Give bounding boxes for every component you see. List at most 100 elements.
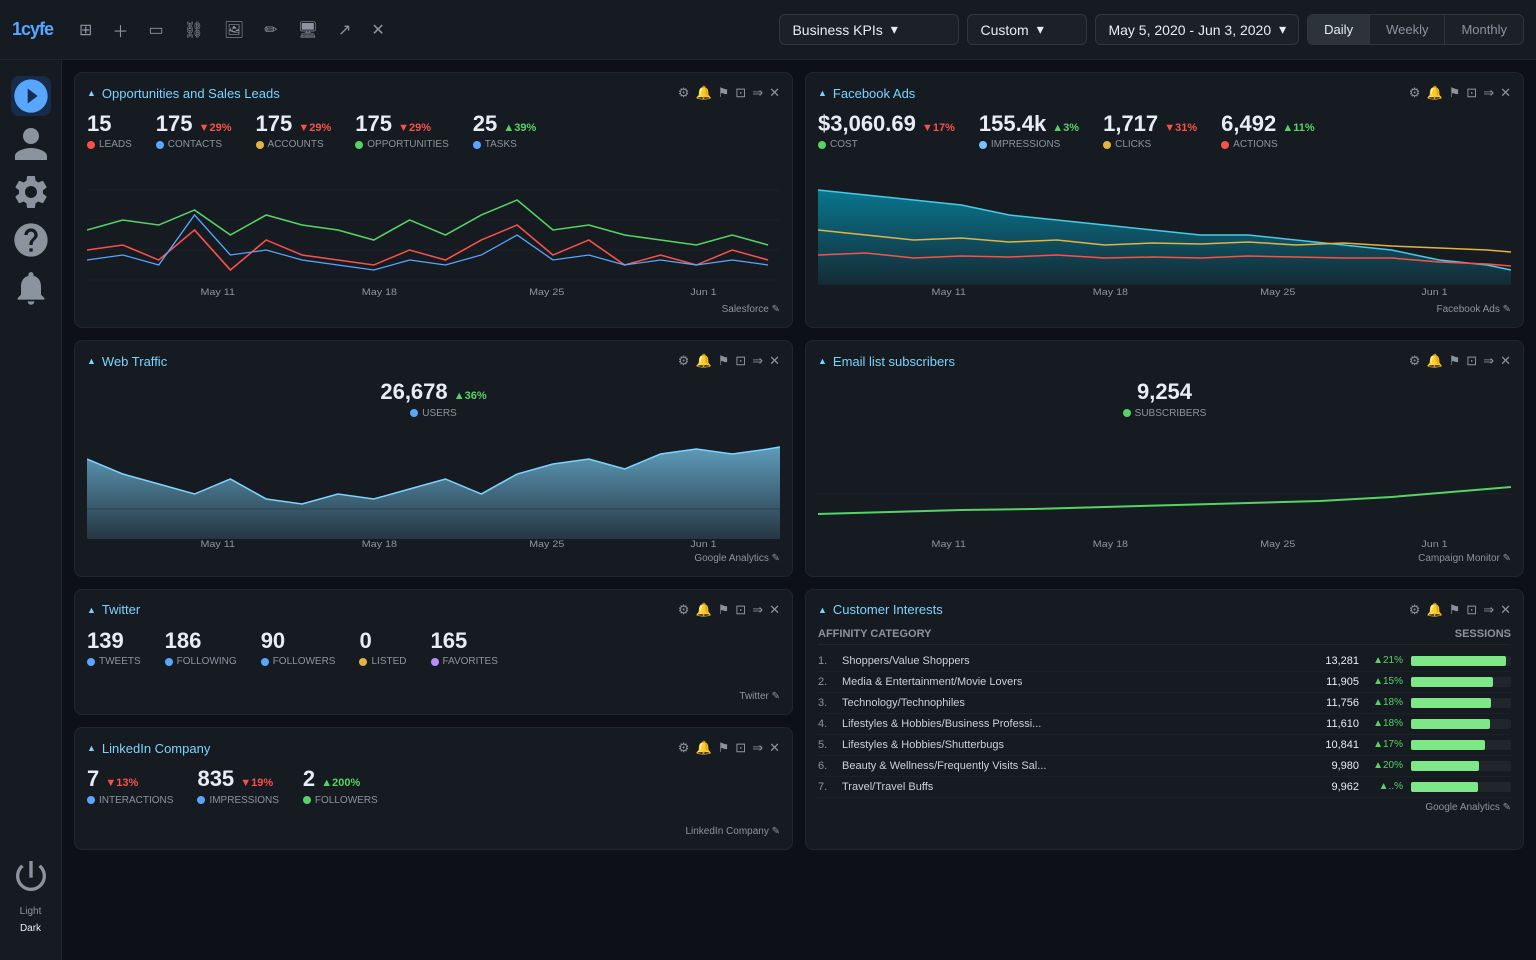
flag-icon[interactable]: ⚑ <box>1449 353 1461 369</box>
change-value: ▲17% <box>1367 739 1403 750</box>
daily-period-button[interactable]: Daily <box>1308 15 1370 44</box>
metric-interactions: 7 ▼13% INTERACTIONS <box>87 766 173 805</box>
sessions-column-header: SESSIONS <box>1455 628 1511 640</box>
widget-header: Facebook Ads ⚙ 🔔 ⚑ ⊡ ⇒ ✕ <box>818 85 1511 101</box>
expand-icon[interactable]: ⊡ <box>1466 353 1477 369</box>
dashboard-selector[interactable]: Business KPIs ▾ <box>779 14 959 45</box>
metric-label: ACCOUNTS <box>256 139 332 150</box>
gear-icon[interactable]: ⚙ <box>678 602 690 618</box>
image-icon[interactable]: 🖼 <box>218 14 250 46</box>
flag-icon[interactable]: ⚑ <box>718 602 730 618</box>
flag-icon[interactable]: ⚑ <box>718 353 730 369</box>
share-icon[interactable]: ↗ <box>332 14 357 46</box>
arrow-icon[interactable]: ⇒ <box>752 740 763 756</box>
arrow-icon[interactable]: ⇒ <box>752 85 763 101</box>
metric-following: 186 FOLLOWING <box>165 628 237 667</box>
bell-icon[interactable]: 🔔 <box>1426 353 1442 369</box>
gear-icon[interactable]: ⚙ <box>678 353 690 369</box>
metric-label: FOLLOWERS <box>261 656 336 667</box>
svg-text:May 25: May 25 <box>1260 288 1296 298</box>
dashboard-grid-icon[interactable]: ⊞ <box>73 14 98 46</box>
light-theme-button[interactable]: Light <box>16 904 46 919</box>
metrics-row: 7 ▼13% INTERACTIONS 835 ▼19% IMPRESSIONS… <box>87 766 780 813</box>
close-icon[interactable]: ✕ <box>769 740 780 756</box>
metric-label: USERS <box>410 408 456 419</box>
customer-interests-title: Customer Interests <box>818 602 943 617</box>
sidebar-item-settings[interactable] <box>11 172 51 212</box>
dark-theme-button[interactable]: Dark <box>16 921 45 936</box>
list-item: 2. Media & Entertainment/Movie Lovers 11… <box>818 672 1511 693</box>
weekly-period-button[interactable]: Weekly <box>1370 15 1445 44</box>
date-preset-selector[interactable]: Custom ▾ <box>967 14 1087 45</box>
expand-icon[interactable]: ⊡ <box>1466 85 1477 101</box>
widget-header: Web Traffic ⚙ 🔔 ⚑ ⊡ ⇒ ✕ <box>87 353 780 369</box>
category-name: Lifestyles & Hobbies/Business Professi..… <box>842 718 1301 730</box>
gear-icon[interactable]: ⚙ <box>678 85 690 101</box>
sidebar-item-users[interactable] <box>11 124 51 164</box>
category-name: Travel/Travel Buffs <box>842 781 1301 793</box>
link-icon[interactable]: ⛓ <box>178 14 210 46</box>
metrics-row: 15 LEADS 175 ▼29% CONTACTS 175 ▼29% ACCO… <box>87 111 780 158</box>
expand-icon[interactable]: ⊡ <box>735 353 746 369</box>
metric-accounts: 175 ▼29% ACCOUNTS <box>256 111 332 150</box>
gear-icon[interactable]: ⚙ <box>1409 85 1421 101</box>
flag-icon[interactable]: ⚑ <box>718 85 730 101</box>
flag-icon[interactable]: ⚑ <box>718 740 730 756</box>
sidebar-item-help[interactable] <box>11 220 51 260</box>
category-name: Technology/Technophiles <box>842 697 1301 709</box>
bell-icon[interactable]: 🔔 <box>1426 602 1442 618</box>
change-value: ▲..% <box>1367 781 1403 792</box>
sidebar-item-notifications[interactable] <box>11 268 51 308</box>
close-icon[interactable]: ✕ <box>1500 353 1511 369</box>
close-icon[interactable]: ✕ <box>769 602 780 618</box>
monitor-icon[interactable]: ▭ <box>142 14 169 46</box>
arrow-icon[interactable]: ⇒ <box>1483 353 1494 369</box>
bell-icon[interactable]: 🔔 <box>695 85 711 101</box>
close-topbar-icon[interactable]: ✕ <box>365 14 390 46</box>
bar-fill <box>1411 677 1493 687</box>
session-value: 11,756 <box>1309 697 1359 709</box>
arrow-icon[interactable]: ⇒ <box>1483 85 1494 101</box>
metric-value: 175 ▼29% <box>156 111 232 137</box>
expand-icon[interactable]: ⊡ <box>1466 602 1477 618</box>
add-icon[interactable]: ＋ <box>106 12 134 48</box>
close-icon[interactable]: ✕ <box>1500 85 1511 101</box>
edit-icon[interactable]: ✏ <box>258 14 283 46</box>
bell-icon[interactable]: 🔔 <box>695 740 711 756</box>
bell-icon[interactable]: 🔔 <box>695 353 711 369</box>
flag-icon[interactable]: ⚑ <box>1449 85 1461 101</box>
gear-icon[interactable]: ⚙ <box>1409 353 1421 369</box>
sidebar-item-power[interactable] <box>11 856 51 896</box>
close-icon[interactable]: ✕ <box>769 85 780 101</box>
metric-users: 26,678 ▲36% USERS <box>380 379 486 418</box>
google-analytics-source: Google Analytics ✎ <box>87 553 780 564</box>
sidebar-item-dashboard[interactable] <box>11 76 51 116</box>
monthly-period-button[interactable]: Monthly <box>1445 15 1523 44</box>
interests-table: AFFINITY CATEGORY SESSIONS 1. Shoppers/V… <box>818 628 1511 798</box>
svg-text:May 25: May 25 <box>529 540 565 549</box>
arrow-icon[interactable]: ⇒ <box>1483 602 1494 618</box>
bell-icon[interactable]: 🔔 <box>1426 85 1442 101</box>
expand-icon[interactable]: ⊡ <box>735 85 746 101</box>
list-item: 1. Shoppers/Value Shoppers 13,281 ▲21% <box>818 651 1511 672</box>
gear-icon[interactable]: ⚙ <box>1409 602 1421 618</box>
arrow-icon[interactable]: ⇒ <box>752 353 763 369</box>
screen-icon[interactable]: 🖥 <box>292 14 324 46</box>
close-icon[interactable]: ✕ <box>769 353 780 369</box>
metrics-row: 139 TWEETS 186 FOLLOWING 90 FOLLOWERS 0 … <box>87 628 780 675</box>
expand-icon[interactable]: ⊡ <box>735 740 746 756</box>
gear-icon[interactable]: ⚙ <box>678 740 690 756</box>
metric-label: INTERACTIONS <box>87 795 173 806</box>
date-range-selector[interactable]: May 5, 2020 - Jun 3, 2020 ▾ <box>1095 14 1299 45</box>
expand-icon[interactable]: ⊡ <box>735 602 746 618</box>
bell-icon[interactable]: 🔔 <box>695 602 711 618</box>
interests-table-header: AFFINITY CATEGORY SESSIONS <box>818 628 1511 645</box>
arrow-icon[interactable]: ⇒ <box>752 602 763 618</box>
flag-icon[interactable]: ⚑ <box>1449 602 1461 618</box>
session-value: 13,281 <box>1309 655 1359 667</box>
change-value: ▲15% <box>1367 676 1403 687</box>
opportunities-widget-title: Opportunities and Sales Leads <box>87 86 280 101</box>
svg-text:May 18: May 18 <box>1093 540 1129 549</box>
close-icon[interactable]: ✕ <box>1500 602 1511 618</box>
widget-header: LinkedIn Company ⚙ 🔔 ⚑ ⊡ ⇒ ✕ <box>87 740 780 756</box>
